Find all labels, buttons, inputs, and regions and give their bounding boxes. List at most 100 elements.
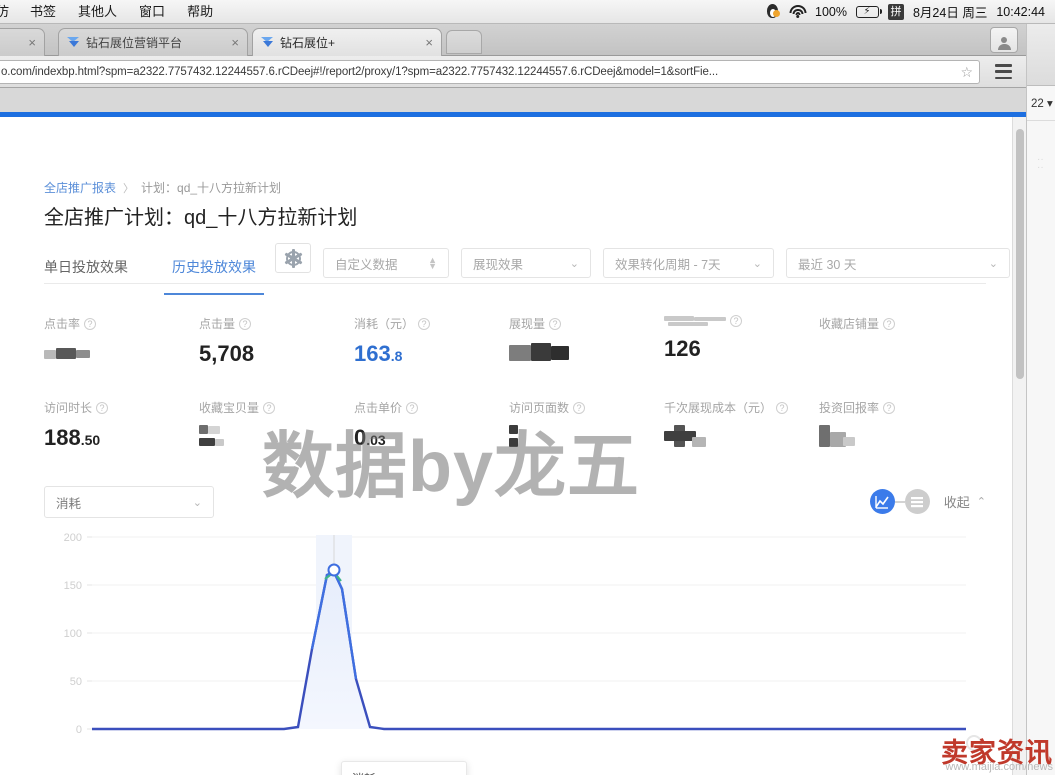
settings-button[interactable] [275,243,311,273]
metric-label: 投资回报率 ? [819,399,974,416]
qq-penguin-icon[interactable] [766,4,780,19]
collapse-label: 收起 [943,495,970,510]
chart-metric-select-label: 消耗 [56,496,82,511]
svg-text:100: 100 [64,628,82,640]
metric-label-text: 点击量 [199,317,236,331]
collapse-button[interactable]: 收起 ⌃ [944,492,986,511]
metric-label: 点击率 ? [44,315,199,332]
metric-value [819,425,974,457]
browser-tab-0[interactable]: × [0,28,45,56]
chevron-down-icon: ⌄ [569,257,579,270]
metric-value-dec: .50 [80,432,101,448]
svg-text:0: 0 [76,724,82,736]
filter-date-range-label: 最近 30 天 [798,257,857,272]
menubar-item-others[interactable]: 其他人 [67,0,128,24]
close-icon[interactable]: × [223,36,239,49]
help-icon[interactable]: ? [96,401,109,414]
filter-conversion-period[interactable]: 效果转化周期 - 7天 ⌄ [603,248,774,278]
tab-daily-performance[interactable]: 单日投放效果 [44,247,128,287]
browser-tabstrip: × 钻石展位营销平台 × 钻石展位+ × [0,24,1026,56]
help-icon[interactable]: ? [730,315,742,327]
svg-text:200: 200 [64,532,82,544]
toggle-divider [894,500,905,503]
help-icon[interactable]: ? [239,317,252,330]
menubar-item-0[interactable]: 仿 [0,0,19,24]
diamond-favicon-icon [67,37,80,48]
metric-value: 5,708 [199,341,255,366]
breadcrumb-root-link[interactable]: 全店推广报表 [44,179,116,196]
metric-value-dec: .03 [366,432,386,448]
system-menubar: 仿 书签 其他人 窗口 帮助 100% ⚡ 拼 8月24日 周三 10:42:4… [0,0,1055,24]
svg-text:50: 50 [70,676,82,688]
metric-deep-visits: ? 126 [664,315,819,371]
input-method-icon[interactable]: 拼 [887,3,904,20]
metric-shop-favorites: 收藏店铺量 ? [819,315,974,371]
metric-label-text: 收藏店铺量 [819,317,880,331]
profile-button[interactable] [990,27,1018,53]
metric-value-dec: .8 [390,348,403,364]
metric-value [509,341,664,371]
background-window-divider [1027,120,1055,121]
page-scrollbar[interactable] [1012,117,1026,775]
help-icon[interactable]: ? [406,401,419,414]
metric-value [509,425,664,457]
menubar-status-area: 100% ⚡ 拼 8月24日 周三 10:42:44 [766,2,1055,21]
close-icon[interactable]: × [417,36,433,49]
menubar-item-help[interactable]: 帮助 [176,0,224,24]
diamond-favicon-icon [261,37,274,48]
help-icon[interactable]: ? [573,401,586,414]
filter-custom-data[interactable]: 自定义数据 ▲ ▼ [323,248,449,278]
chart-svg: 200 150 100 50 0 [64,532,966,736]
browser-menu-icon[interactable] [995,64,1012,79]
metric-value: 163.8 [354,341,509,367]
filter-display-effect[interactable]: 展现效果 ⌄ [461,248,591,278]
metric-label-text: 访问页面数 [509,401,570,415]
filter-date-range[interactable]: 最近 30 天 ⌄ [786,248,1010,278]
metric-label: 访问页面数 ? [509,399,664,416]
chart-section: 消耗 ⌄ 收起 ⌃ 200 150 100 50 0 [44,481,986,775]
help-icon[interactable]: ? [418,317,431,330]
chevron-up-icon: ⌃ [976,496,986,508]
help-icon[interactable]: ? [549,317,562,330]
metric-label: ? [664,315,819,327]
page-content: 全店推广报表 〉 计划：qd_十八方拉新计划 全店推广计划：qd_十八方拉新计划… [0,117,1012,775]
help-icon[interactable]: ? [776,401,789,414]
help-icon[interactable]: ? [84,317,97,330]
battery-icon[interactable]: ⚡ [855,5,882,18]
menubar-item-bookmarks[interactable]: 书签 [19,0,67,24]
line-chart-toggle[interactable] [869,489,895,514]
metric-value-int: 0 [354,425,367,450]
menubar-item-window[interactable]: 窗口 [128,0,176,24]
address-bar[interactable]: o.com/indexbp.html?spm=a2322.7757432.122… [0,60,980,84]
metric-label-text: 点击单价 [354,401,403,415]
metric-click-rate: 点击率 ? [44,315,199,371]
close-icon[interactable]: × [20,36,36,49]
page-scrollbar-thumb[interactable] [1016,129,1024,379]
background-window-dots: ·· ·· [1037,154,1044,173]
background-window[interactable]: 22 ▾ ·· ·· [1026,24,1055,775]
metric-label: 收藏店铺量 ? [819,315,974,332]
battery-percent: 100% [815,4,847,19]
browser-tab-2[interactable]: 钻石展位+ × [252,28,442,56]
browser-tab-2-title: 钻石展位+ [280,36,336,50]
table-view-toggle[interactable] [904,489,930,514]
help-icon[interactable]: ? [883,317,896,330]
metric-pages-per-visit: 访问页面数 ? [509,399,664,457]
tooltip-series-name: 消耗 [352,770,456,775]
metric-label: 访问时长 ? [44,399,199,416]
chart-metric-select[interactable]: 消耗 ⌄ [44,486,214,518]
help-icon[interactable]: ? [883,401,896,414]
table-icon [911,496,924,507]
metric-value: 188.50 [44,425,199,451]
menubar-date: 8月24日 周三 [912,6,988,20]
new-tab-button[interactable] [446,30,482,54]
chart-plot[interactable]: 200 150 100 50 0 [44,529,986,775]
breadcrumb-separator: 〉 [123,182,135,195]
metric-label: 消耗（元） ? [354,315,509,332]
wifi-icon[interactable] [789,5,806,18]
help-icon[interactable]: ? [263,401,276,414]
bookmark-star-icon[interactable]: ☆ [955,64,973,81]
tab-historical-performance[interactable]: 历史投放效果 [164,247,264,295]
browser-tab-1[interactable]: 钻石展位营销平台 × [58,28,248,56]
page-title: 全店推广计划：qd_十八方拉新计划 [44,207,358,229]
